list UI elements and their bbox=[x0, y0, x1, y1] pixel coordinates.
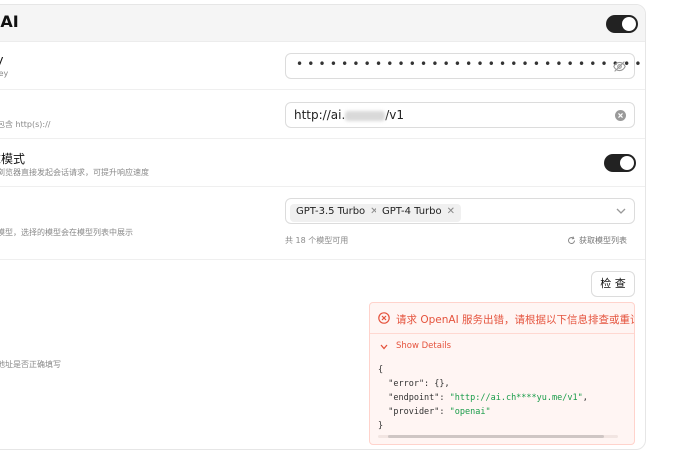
model-count-text: 共 18 个模型可用 bbox=[285, 236, 349, 245]
redacted-blur bbox=[345, 110, 386, 121]
provider-enable-toggle[interactable] bbox=[606, 15, 638, 33]
error-title: 请求 OpenAI 服务出错，请根据以下信息排查或重试 bbox=[396, 314, 635, 326]
provider-title: nAI bbox=[0, 12, 19, 31]
client-mode-toggle[interactable] bbox=[604, 154, 636, 172]
client-mode-description: 从浏览器直接发起会话请求，可提升响应速度 bbox=[0, 168, 149, 177]
api-key-label: ey bbox=[0, 53, 3, 67]
remove-tag-icon[interactable]: ✕ bbox=[447, 206, 455, 217]
check-button[interactable]: 检 查 bbox=[591, 271, 635, 297]
model-tag[interactable]: GPT-4 Turbo ✕ bbox=[376, 204, 462, 222]
row-divider bbox=[0, 138, 645, 139]
api-key-description: l Key bbox=[0, 69, 9, 78]
check-description: 理地址是否正确填写 bbox=[0, 360, 61, 369]
row-divider bbox=[0, 186, 645, 187]
fetch-models-button[interactable]: 获取模型列表 bbox=[567, 235, 627, 246]
toggle-knob bbox=[620, 156, 634, 170]
chevron-down-icon[interactable] bbox=[616, 207, 626, 215]
api-key-input[interactable]: ••••••••••••••••••••••••••••••••••••••••… bbox=[285, 53, 645, 79]
horizontal-scrollbar[interactable] bbox=[378, 435, 618, 438]
chevron-down-icon[interactable] bbox=[380, 344, 388, 350]
refresh-icon bbox=[567, 236, 576, 245]
clear-icon[interactable] bbox=[615, 110, 626, 121]
show-details-toggle[interactable]: Show Details bbox=[396, 341, 451, 351]
openai-provider-panel: nAI ey l Key •••••••••••••••••••••••••••… bbox=[0, 4, 646, 450]
row-divider bbox=[0, 89, 645, 90]
eye-off-icon[interactable] bbox=[613, 60, 626, 73]
model-select[interactable]: GPT-3.5 Turbo ✕ GPT-4 Turbo ✕ bbox=[285, 198, 635, 224]
proxy-description: 须包含 http(s):// bbox=[0, 120, 51, 129]
error-circle-icon bbox=[378, 312, 390, 324]
api-key-masked-value: ••••••••••••••••••••••••••••••••••••••••… bbox=[296, 57, 646, 71]
proxy-url-value: http://ai./v1 bbox=[294, 108, 405, 122]
proxy-url-input[interactable]: http://ai./v1 bbox=[285, 102, 635, 128]
model-tag[interactable]: GPT-3.5 Turbo ✕ bbox=[290, 204, 385, 222]
client-mode-label: 求模式 bbox=[0, 152, 26, 166]
toggle-knob bbox=[622, 17, 636, 31]
scrollbar-thumb[interactable] bbox=[388, 435, 604, 438]
provider-header: nAI bbox=[0, 5, 645, 42]
model-list-description: 的模型，选择的模型会在模型列表中展示 bbox=[0, 228, 133, 237]
error-json-block: { "error": {}, "endpoint": "http://ai.ch… bbox=[378, 365, 588, 431]
error-separator bbox=[370, 333, 634, 334]
error-alert: 请求 OpenAI 服务出错，请根据以下信息排查或重试 Show Details… bbox=[369, 302, 635, 445]
row-divider bbox=[0, 259, 645, 260]
